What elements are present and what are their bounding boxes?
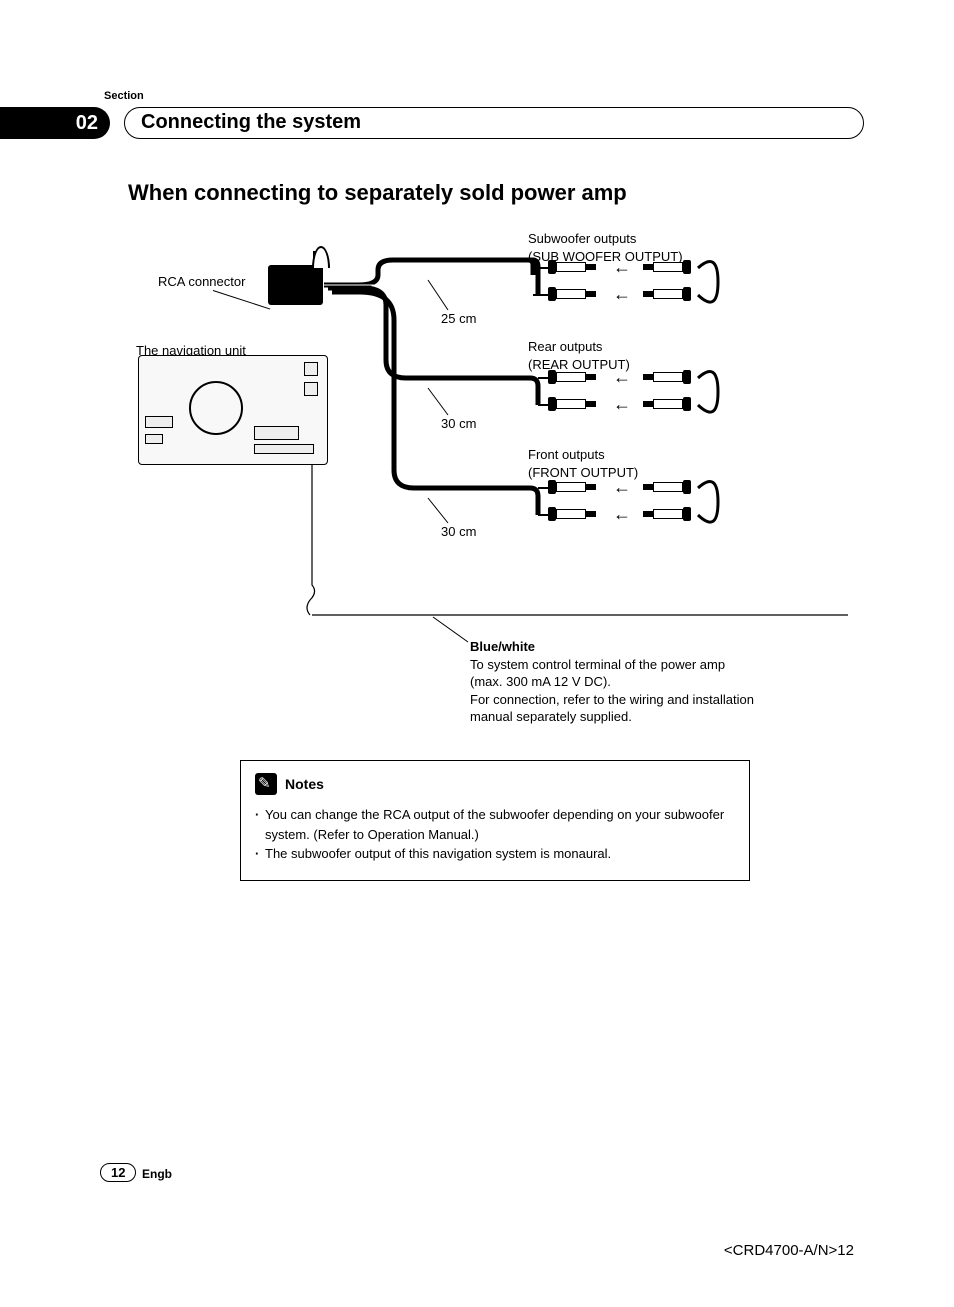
front-length: 30 cm — [441, 523, 476, 541]
section-label: Section — [104, 90, 144, 102]
rca-connector-block — [268, 265, 323, 305]
page-number-badge: 12 — [100, 1163, 136, 1182]
wiring-diagram: RCA connector The navigation unit — [128, 220, 858, 740]
subwoofer-length: 25 cm — [441, 310, 476, 328]
pencil-icon — [255, 773, 277, 795]
front-output-label: Front outputs (FRONT OUTPUT) — [528, 446, 638, 481]
notes-list: You can change the RCA output of the sub… — [255, 805, 735, 864]
notes-box: Notes You can change the RCA output of t… — [240, 760, 750, 881]
front-plugs: ← ← — [528, 480, 713, 530]
navigation-unit-illustration — [138, 355, 328, 465]
subwoofer-plugs: ← ← — [528, 260, 713, 310]
blue-white-note: Blue/white To system control terminal of… — [470, 638, 840, 726]
note-item: You can change the RCA output of the sub… — [255, 805, 735, 844]
rear-plugs: ← ← — [528, 370, 713, 420]
chapter-title: Connecting the system — [124, 107, 864, 139]
document-code: <CRD4700-A/N>12 — [724, 1242, 854, 1259]
language-code: Engb — [142, 1167, 172, 1181]
rca-connector-label: RCA connector — [158, 273, 245, 291]
section-number-badge: 02 — [30, 107, 110, 139]
page-title: When connecting to separately sold power… — [128, 180, 627, 206]
chapter-header: 02 Connecting the system — [30, 107, 860, 139]
note-item: The subwoofer output of this navigation … — [255, 844, 735, 864]
notes-title: Notes — [285, 776, 324, 792]
rca-cap — [312, 246, 330, 268]
rear-length: 30 cm — [441, 415, 476, 433]
